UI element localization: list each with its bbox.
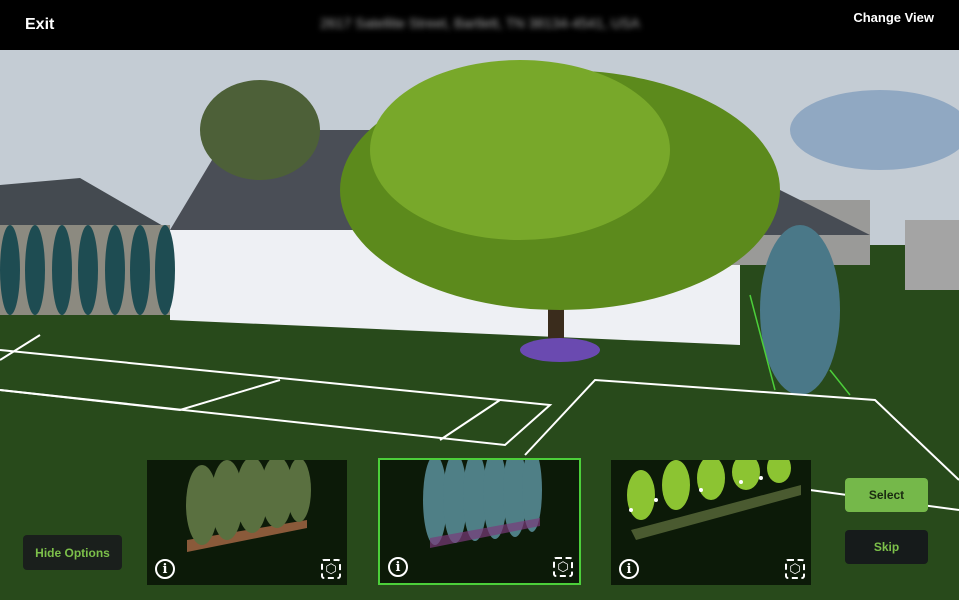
address-title: 2617 Satellite Street, Bartlett, TN 3813… bbox=[320, 15, 640, 31]
skip-button[interactable]: Skip bbox=[845, 530, 928, 564]
info-icon[interactable]: i bbox=[388, 557, 408, 577]
top-bar: Exit 2617 Satellite Street, Bartlett, TN… bbox=[0, 0, 959, 50]
info-icon[interactable]: i bbox=[155, 559, 175, 579]
info-icon[interactable]: i bbox=[619, 559, 639, 579]
ar-cube-icon[interactable]: ⬡ bbox=[321, 559, 341, 579]
hide-options-button[interactable]: Hide Options bbox=[23, 535, 122, 570]
change-view-button[interactable]: Change View bbox=[853, 10, 934, 25]
hedge-preview-image bbox=[186, 456, 311, 552]
ar-cube-icon[interactable]: ⬡ bbox=[785, 559, 805, 579]
shrub-bed-preview-image bbox=[627, 453, 801, 540]
ar-cube-icon[interactable]: ⬡ bbox=[553, 557, 573, 577]
exit-button[interactable]: Exit bbox=[25, 16, 54, 34]
juniper-preview-image bbox=[423, 447, 542, 548]
plant-option-2-selected[interactable]: i ⬡ bbox=[378, 447, 581, 585]
select-button[interactable]: Select bbox=[845, 478, 928, 512]
plant-option-1[interactable]: i ⬡ bbox=[147, 456, 347, 585]
plant-option-3[interactable]: i ⬡ bbox=[611, 453, 811, 585]
